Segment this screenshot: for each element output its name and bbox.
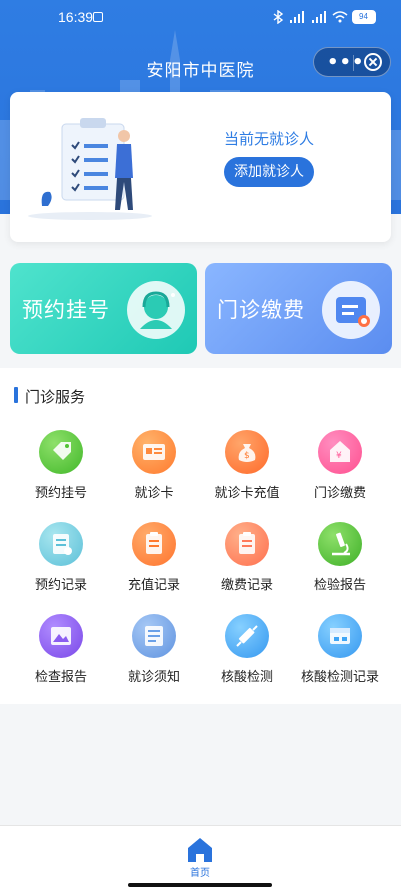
home-icon (188, 838, 212, 862)
patient-card (10, 92, 391, 242)
syringe-icon (225, 614, 269, 658)
service-label: 核酸检测 (220, 670, 273, 685)
status-bar: 16:39 94 (0, 0, 401, 38)
home-indicator (128, 883, 272, 887)
section-title: 门诊服务 (25, 388, 86, 406)
capsule-divider (353, 55, 354, 71)
clipboard-icon (132, 522, 176, 566)
signal-2-icon (312, 11, 326, 23)
battery-icon: 94 (352, 10, 376, 24)
service-label: 就诊卡充值 (214, 486, 280, 501)
wifi-icon (332, 11, 348, 23)
signal-1-icon (290, 11, 304, 23)
mini-program-capsule: ••• (313, 47, 391, 77)
outpatient-services-section: 门诊服务 预约挂号 就诊卡 $ 就诊卡充值 ¥ 门诊缴费 预约记录 充值记录 缴… (0, 368, 401, 704)
add-patient-button[interactable]: 添加就诊人 (224, 157, 314, 187)
service-appointment-records[interactable]: 预约记录 (14, 522, 108, 602)
service-label: 就诊卡 (134, 486, 174, 501)
service-exam-report[interactable]: 检查报告 (14, 614, 108, 694)
service-label: 就诊须知 (127, 670, 180, 685)
service-label: 检验报告 (313, 578, 366, 593)
service-visit-notice[interactable]: 就诊须知 (107, 614, 201, 694)
quick-payment-card[interactable]: 门诊缴费 (205, 263, 392, 354)
service-label: 充值记录 (127, 578, 180, 593)
svg-text:¥: ¥ (336, 451, 342, 461)
service-label: 预约记录 (34, 578, 87, 593)
service-label: 缴费记录 (220, 578, 273, 593)
service-nucleic-test[interactable]: 核酸检测 (200, 614, 294, 694)
section-accent-bar (14, 387, 18, 403)
service-card-recharge[interactable]: $ 就诊卡充值 (200, 430, 294, 510)
checklist-illustration (28, 118, 152, 220)
service-payment-records[interactable]: 缴费记录 (200, 522, 294, 602)
quick-appointment-label: 预约挂号 (22, 298, 110, 322)
quick-appointment-card[interactable]: 预约挂号 (10, 263, 197, 354)
no-patient-text: 当前无就诊人 (224, 130, 315, 148)
notice-list-icon (132, 614, 176, 658)
battery-level: 94 (359, 12, 368, 21)
service-label: 门诊缴费 (313, 486, 366, 501)
service-outpatient-payment[interactable]: ¥ 门诊缴费 (293, 430, 387, 510)
service-lab-report[interactable]: 检验报告 (293, 522, 387, 602)
record-icon (39, 522, 83, 566)
clipboard-icon (225, 522, 269, 566)
quick-payment-label: 门诊缴费 (217, 298, 305, 322)
microscope-icon (318, 522, 362, 566)
cabinet-icon (318, 614, 362, 658)
notification-icon (93, 12, 103, 22)
status-time: 16:39 (58, 9, 94, 25)
tab-home-label: 首页 (190, 868, 210, 879)
service-label: 预约挂号 (34, 486, 87, 501)
tab-home[interactable]: 首页 (180, 834, 220, 879)
doctor-icon (127, 281, 185, 339)
close-icon[interactable] (364, 53, 382, 71)
service-medical-card[interactable]: 就诊卡 (107, 430, 201, 510)
hospital-icon: ¥ (318, 430, 362, 474)
money-bag-icon: $ (225, 430, 269, 474)
image-report-icon (39, 614, 83, 658)
bluetooth-icon (273, 10, 284, 24)
tag-icon (39, 430, 83, 474)
payment-card-icon (322, 281, 380, 339)
service-recharge-records[interactable]: 充值记录 (107, 522, 201, 602)
service-nucleic-test-records[interactable]: 核酸检测记录 (293, 614, 387, 694)
service-label: 检查报告 (34, 670, 87, 685)
service-label: 核酸检测记录 (300, 670, 379, 685)
service-appointment[interactable]: 预约挂号 (14, 430, 108, 510)
svg-text:$: $ (244, 451, 250, 461)
id-card-icon (132, 430, 176, 474)
more-menu-button[interactable]: ••• (327, 52, 365, 73)
